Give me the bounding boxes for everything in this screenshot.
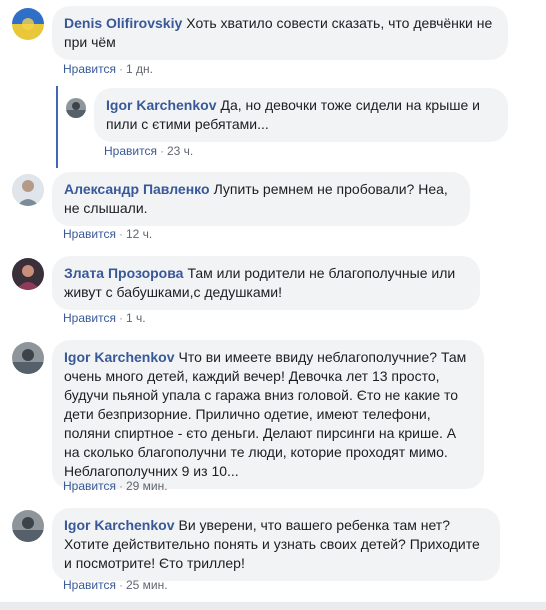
like-button[interactable]: Нравится: [104, 144, 157, 158]
comment-author[interactable]: Злата Прозорова: [64, 265, 183, 281]
comment-timestamp[interactable]: 23 ч.: [167, 144, 193, 158]
comment-author[interactable]: Igor Karchenkov: [64, 349, 174, 365]
comment-bubble: Злата Прозорова Там или родители не благо…: [52, 256, 480, 310]
comment-text: Что ви имеете ввиду неблагополучние? Там…: [64, 349, 467, 479]
avatar-flag-icon: [12, 8, 44, 40]
comment-author[interactable]: Александр Павленко: [64, 181, 210, 197]
comment-bubble: Denis Olifirovskiy Хоть хватило совести с…: [52, 6, 508, 60]
avatar-photo-icon: [66, 98, 86, 118]
comment-bubble: Александр Павленко Лупить ремнем не пробо…: [52, 172, 470, 226]
separator: ·: [118, 227, 123, 241]
avatar[interactable]: [66, 98, 86, 118]
avatar[interactable]: [12, 342, 44, 374]
comment-actions: Нравится · 12 ч.: [63, 226, 152, 242]
reply-thread-line: [56, 86, 58, 168]
comment-timestamp[interactable]: 12 ч.: [126, 227, 152, 241]
comment-timestamp[interactable]: 25 мин.: [126, 578, 168, 592]
comment-author[interactable]: Igor Karchenkov: [106, 97, 216, 113]
separator: ·: [118, 311, 123, 325]
comment-author[interactable]: Denis Olifirovskiy: [64, 15, 182, 31]
comment-bubble: Igor Karchenkov Что ви имеете ввиду небла…: [52, 340, 484, 489]
comment-bubble: Igor Karchenkov Да, но девочки тоже сидел…: [94, 88, 508, 142]
comment-actions: Нравится · 23 ч.: [104, 143, 193, 159]
comment-actions: Нравится · 29 мин.: [63, 478, 168, 494]
comment-actions: Нравится · 25 мин.: [63, 577, 168, 593]
like-button[interactable]: Нравится: [63, 578, 116, 592]
comment-timestamp[interactable]: 29 мин.: [126, 479, 168, 493]
avatar-photo-icon: [12, 510, 44, 542]
separator: ·: [118, 578, 123, 592]
like-button[interactable]: Нравится: [63, 479, 116, 493]
separator: ·: [118, 62, 123, 76]
avatar[interactable]: [12, 510, 44, 542]
avatar-photo-icon: [12, 258, 44, 290]
separator: ·: [118, 479, 123, 493]
avatar-photo-icon: [12, 342, 44, 374]
comment-actions: Нравится · 1 дн.: [63, 61, 153, 77]
like-button[interactable]: Нравится: [63, 62, 116, 76]
avatar[interactable]: [12, 174, 44, 206]
comment-bubble: Igor Karchenkov Ви уверени, что вашего ре…: [52, 508, 500, 581]
separator: ·: [159, 144, 164, 158]
avatar-photo-icon: [12, 174, 44, 206]
like-button[interactable]: Нравится: [63, 311, 116, 325]
page-footer-divider: [0, 602, 546, 610]
comment-author[interactable]: Igor Karchenkov: [64, 517, 174, 533]
comment-actions: Нравится · 1 ч.: [63, 310, 146, 326]
comment-timestamp[interactable]: 1 ч.: [126, 311, 146, 325]
like-button[interactable]: Нравится: [63, 227, 116, 241]
avatar[interactable]: [12, 8, 44, 40]
avatar[interactable]: [12, 258, 44, 290]
comment-timestamp[interactable]: 1 дн.: [126, 62, 153, 76]
